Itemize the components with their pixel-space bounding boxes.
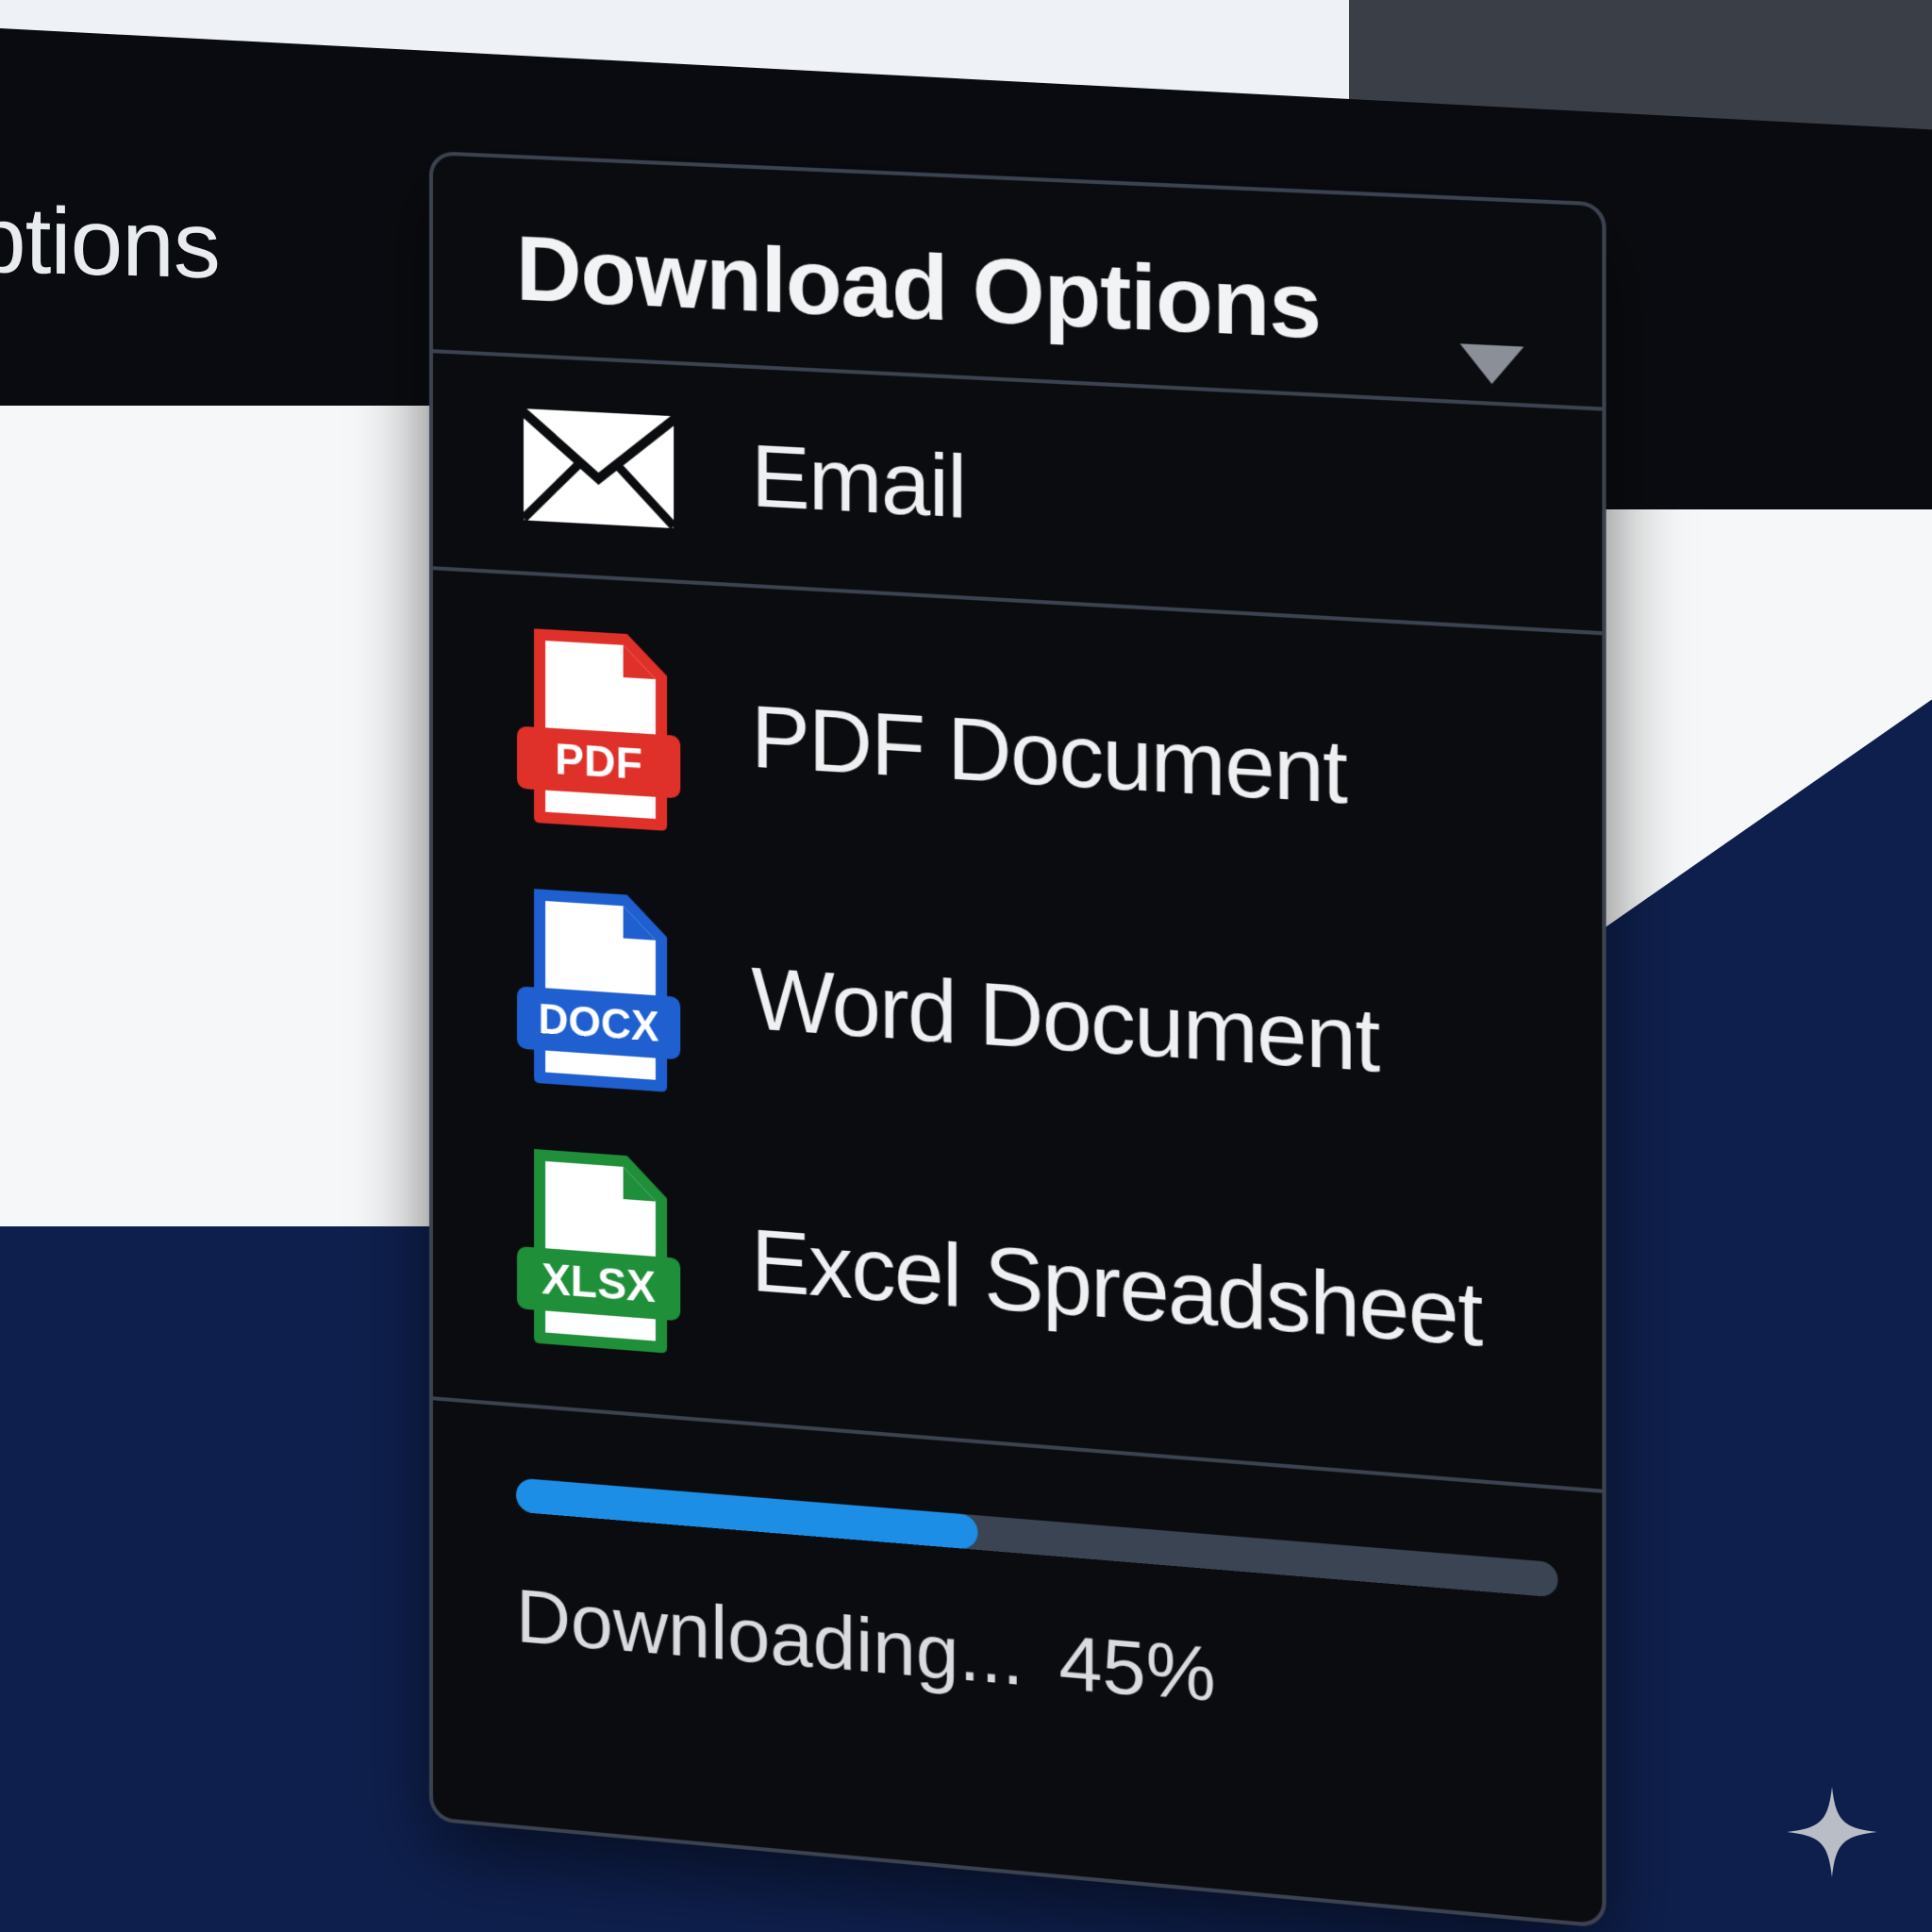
- progress-bar-fill: [516, 1477, 978, 1550]
- dropdown-title: Download Options: [516, 218, 1322, 358]
- download-options-dropdown: Download Options Email PDF PDF Document …: [429, 151, 1607, 1928]
- xlsx-file-icon: XLSX: [513, 1141, 684, 1358]
- menu-item-label: Email: [751, 426, 966, 537]
- envelope-icon: [513, 403, 684, 535]
- pdf-badge-text: PDF: [555, 734, 642, 789]
- progress-status-text: Downloading...: [516, 1573, 1024, 1702]
- menu-item-label: Word Document: [751, 950, 1379, 1091]
- menu-item-label: PDF Document: [751, 688, 1347, 823]
- progress-status: Downloading... 45%: [516, 1573, 1216, 1720]
- progress-bar: [516, 1477, 1558, 1598]
- file-format-list: PDF PDF Document DOCX Word Document XLSX…: [432, 570, 1603, 1493]
- xlsx-badge-text: XLSX: [541, 1254, 656, 1311]
- docx-badge-text: DOCX: [539, 996, 659, 1051]
- progress-percent: 45%: [1058, 1619, 1216, 1719]
- sparkle-icon: [1787, 1787, 1877, 1877]
- pdf-file-icon: PDF: [513, 622, 684, 836]
- docx-file-icon: DOCX: [513, 882, 684, 1097]
- screen: ptions Download Options Email PDF PDF Do…: [0, 0, 1932, 1932]
- download-progress-section: Downloading... 45%: [433, 1400, 1602, 1922]
- background-left-panel: [0, 406, 472, 1226]
- caret-down-icon[interactable]: [1459, 343, 1524, 386]
- menu-item-label: Excel Spreadsheet: [751, 1212, 1482, 1365]
- toolbar-options-label[interactable]: ptions: [0, 186, 220, 301]
